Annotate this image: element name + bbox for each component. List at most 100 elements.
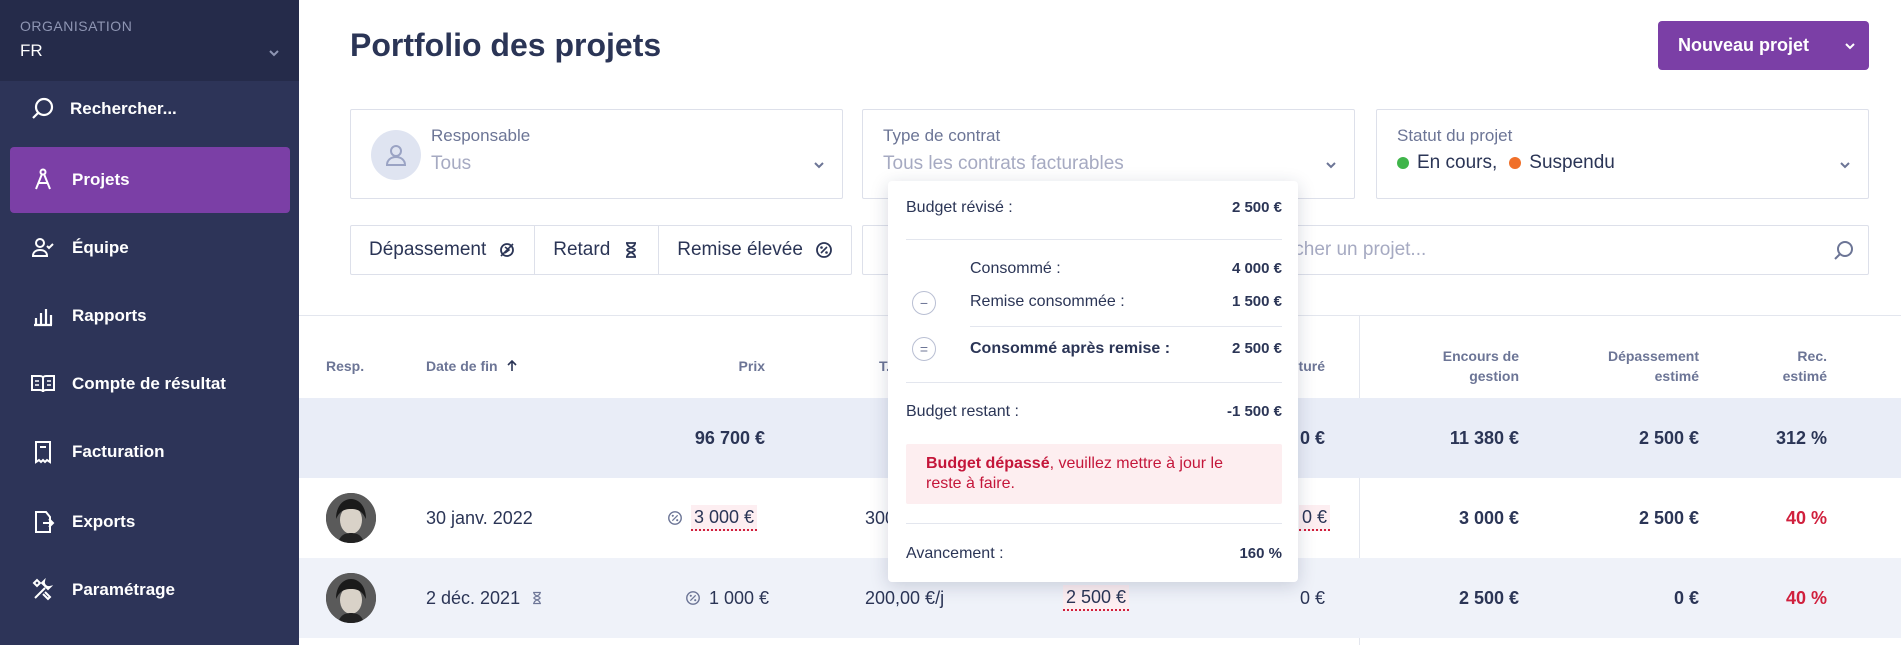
column-encours-line1: Encours de bbox=[1442, 348, 1519, 364]
bar-chart-icon bbox=[34, 309, 53, 327]
row-prix-value: 1 000 € bbox=[709, 587, 770, 608]
quick-filter-depassement[interactable]: Dépassement bbox=[351, 226, 536, 274]
sidebar: ORGANISATION FR Rechercher... Projets Éq… bbox=[0, 0, 299, 645]
sidebar-item-facturation[interactable]: Facturation bbox=[10, 419, 290, 485]
equals-icon: = bbox=[912, 337, 936, 361]
chevron-down-icon bbox=[1840, 162, 1850, 169]
row-prix: 3 000 € bbox=[667, 478, 758, 558]
total-rec: 312 % bbox=[1775, 428, 1827, 448]
quick-filter-label: Remise élevée bbox=[677, 239, 803, 260]
popover-restant-value: -1 500 € bbox=[1226, 403, 1282, 420]
discount-icon bbox=[668, 511, 682, 525]
row-consomme-value[interactable]: 2 500 € bbox=[1063, 585, 1130, 611]
overrun-icon bbox=[500, 243, 515, 257]
column-depassement[interactable]: Dépassement estimé bbox=[1559, 346, 1699, 386]
popover-avancement: Avancement : 160 % bbox=[906, 545, 1282, 563]
hourglass-icon bbox=[626, 242, 637, 258]
column-rec-line2: estimé bbox=[1782, 368, 1827, 384]
filter-statut[interactable]: Statut du projet En cours, Suspendu bbox=[1376, 109, 1869, 199]
status-dot-suspendu bbox=[1509, 157, 1522, 169]
total-prix: 96 700 € bbox=[694, 428, 765, 448]
popover-consomme: Consommé : 4 000 € bbox=[970, 260, 1282, 278]
sidebar-item-projets[interactable]: Projets bbox=[10, 147, 290, 213]
chevron-down-icon bbox=[814, 162, 824, 169]
sidebar-item-parametrage[interactable]: Paramétrage bbox=[10, 557, 290, 623]
minus-icon: − bbox=[912, 291, 936, 315]
sidebar-item-exports[interactable]: Exports bbox=[10, 489, 290, 555]
popover-avancement-value: 160 % bbox=[1239, 545, 1282, 562]
row-facture: 0 € bbox=[1299, 478, 1331, 558]
status-suspendu: Suspendu bbox=[1529, 152, 1615, 173]
column-date-fin-label: Date de fin bbox=[426, 358, 498, 374]
export-icon bbox=[35, 511, 55, 533]
sidebar-item-label: Facturation bbox=[72, 442, 165, 461]
popover-remise: Remise consommée : 1 500 € bbox=[970, 293, 1282, 311]
divider bbox=[906, 523, 1282, 524]
row-prix: 1 000 € bbox=[685, 558, 769, 638]
row-prix-value[interactable]: 3 000 € bbox=[691, 505, 758, 531]
avatar bbox=[326, 493, 376, 543]
popover-budget-restant: Budget restant : -1 500 € bbox=[906, 403, 1282, 421]
row-date-value: 2 déc. 2021 bbox=[426, 587, 521, 608]
user-placeholder-icon bbox=[371, 130, 421, 180]
sidebar-search[interactable]: Rechercher... bbox=[10, 77, 290, 141]
filter-responsable-value: Tous bbox=[431, 153, 472, 174]
hourglass-icon bbox=[533, 591, 541, 605]
sidebar-item-rapports[interactable]: Rapports bbox=[10, 283, 290, 349]
sidebar-item-label: Exports bbox=[72, 512, 136, 531]
sidebar-item-label: Équipe bbox=[72, 238, 129, 257]
row-rec: 40 % bbox=[1785, 588, 1827, 608]
avatar bbox=[326, 573, 376, 623]
quick-filter-retard[interactable]: Retard bbox=[535, 226, 660, 274]
divider bbox=[970, 326, 1282, 327]
budget-popover: Budget révisé : 2 500 € Consommé : 4 000… bbox=[888, 181, 1298, 582]
column-encours[interactable]: Encours de gestion bbox=[1399, 346, 1519, 386]
organisation-label: ORGANISATION bbox=[20, 18, 133, 34]
popover-consomme-value: 4 000 € bbox=[1231, 260, 1282, 277]
sidebar-search-label: Rechercher... bbox=[70, 99, 177, 118]
popover-apres-remise: Consommé après remise : 2 500 € bbox=[970, 340, 1282, 358]
new-project-label: Nouveau projet bbox=[1678, 35, 1810, 55]
warning-title: Budget dépassé bbox=[926, 455, 1050, 472]
compass-icon bbox=[35, 168, 51, 190]
column-encours-line2: gestion bbox=[1469, 368, 1519, 384]
sidebar-item-label: Compte de résultat bbox=[72, 374, 226, 393]
total-encours: 11 380 € bbox=[1449, 428, 1519, 448]
column-prix[interactable]: Prix bbox=[679, 356, 765, 376]
status-en-cours: En cours, bbox=[1417, 152, 1498, 173]
page-title: Portfolio des projets bbox=[350, 27, 662, 63]
row-facture-value[interactable]: 0 € bbox=[1299, 505, 1331, 531]
new-project-dropdown[interactable] bbox=[1831, 21, 1869, 70]
column-date-fin[interactable]: Date de fin bbox=[426, 356, 518, 376]
popover-restant-label: Budget restant : bbox=[906, 403, 1019, 420]
quick-filter-remise-elevee[interactable]: Remise élevée bbox=[659, 226, 851, 274]
sidebar-item-compte-de-resultat[interactable]: Compte de résultat bbox=[10, 351, 290, 417]
total-depassement: 2 500 € bbox=[1638, 428, 1699, 448]
filter-responsable[interactable]: Responsable Tous bbox=[350, 109, 843, 199]
popover-budget-revise: Budget révisé : 2 500 € bbox=[906, 199, 1282, 217]
quick-filter-label: Retard bbox=[553, 239, 611, 260]
search-icon[interactable] bbox=[1832, 239, 1856, 263]
row-date: 30 janv. 2022 bbox=[426, 508, 533, 528]
popover-remise-label: Remise consommée : bbox=[970, 293, 1125, 310]
filter-statut-label: Statut du projet bbox=[1397, 126, 1513, 145]
popover-budget-revise-label: Budget révisé : bbox=[906, 199, 1013, 216]
organisation-value: FR bbox=[20, 41, 43, 60]
row-encours: 2 500 € bbox=[1458, 588, 1519, 608]
new-project-button[interactable]: Nouveau projet bbox=[1658, 21, 1869, 70]
popover-remise-value: 1 500 € bbox=[1231, 293, 1282, 310]
popover-budget-revise-value: 2 500 € bbox=[1231, 199, 1282, 216]
row-rec: 40 % bbox=[1785, 508, 1827, 528]
sort-arrow-up-icon bbox=[507, 360, 517, 371]
column-resp[interactable]: Resp. bbox=[326, 356, 364, 376]
row-date: 2 déc. 2021 bbox=[426, 558, 544, 638]
divider bbox=[906, 382, 1282, 383]
sidebar-item-equipe[interactable]: Équipe bbox=[10, 215, 290, 281]
search-icon bbox=[32, 97, 54, 119]
column-rec[interactable]: Rec. estimé bbox=[1739, 346, 1827, 386]
filter-contrat-label: Type de contrat bbox=[883, 126, 1001, 145]
popover-consomme-label: Consommé : bbox=[970, 260, 1061, 277]
row-depassement: 2 500 € bbox=[1638, 508, 1699, 528]
sidebar-item-label: Paramétrage bbox=[72, 580, 176, 599]
organisation-selector[interactable]: ORGANISATION FR bbox=[0, 0, 299, 81]
